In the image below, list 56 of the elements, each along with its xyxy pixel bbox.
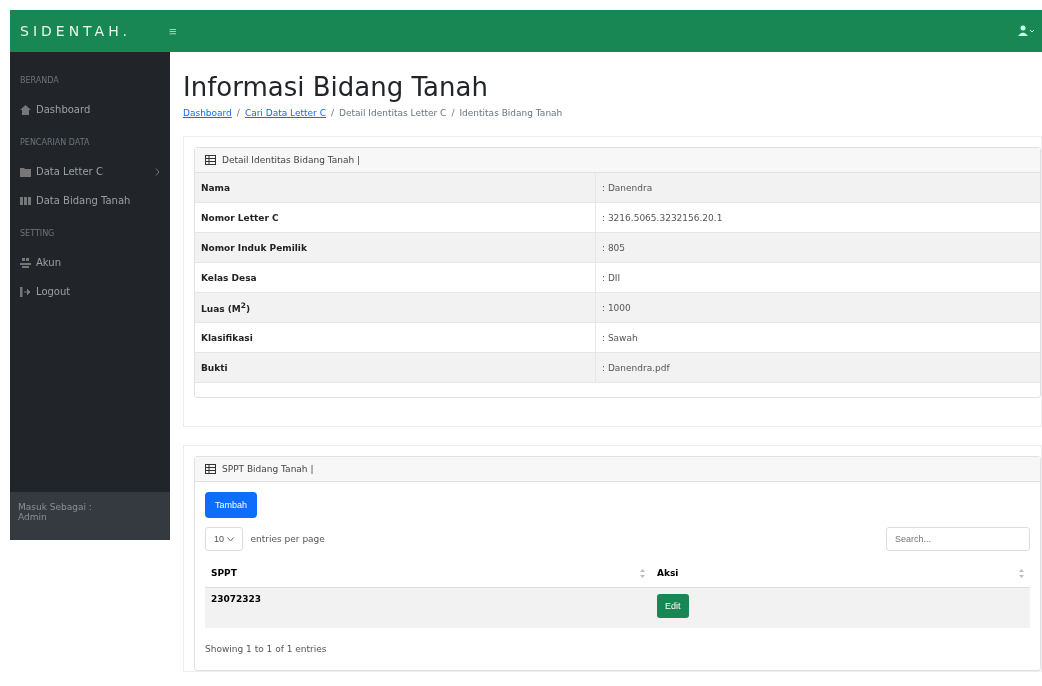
- breadcrumb-item: Detail Identitas Letter C: [338, 108, 447, 118]
- breadcrumb-link[interactable]: Cari Data Letter C: [244, 108, 326, 118]
- table-cell: 23072323: [211, 594, 262, 604]
- sidebar-heading: SETTING: [20, 229, 56, 238]
- field-value: : Danendra: [602, 182, 653, 193]
- column-header[interactable]: SPPT: [205, 559, 651, 588]
- field-label: Nomor Letter C: [201, 212, 279, 223]
- sidebar-item[interactable]: Data Bidang Tanah: [20, 186, 160, 215]
- card-title: Detail Identitas Bidang Tanah |: [222, 155, 361, 165]
- users-icon: [20, 257, 31, 268]
- add-button[interactable]: Tambah: [205, 492, 258, 518]
- field-value: : Sawah: [602, 332, 638, 343]
- field-value: : 1000: [602, 302, 631, 313]
- breadcrumb-separator: /: [451, 108, 455, 118]
- caret-icon: [226, 537, 234, 542]
- per-page-label: entries per page: [250, 534, 325, 544]
- sidebar-item[interactable]: Logout: [20, 277, 160, 306]
- sort-icon: [1019, 569, 1024, 578]
- field-label: Nomor Induk Pemilik: [201, 242, 307, 253]
- logout-icon: [20, 286, 31, 297]
- table-icon: [205, 155, 216, 165]
- folder-icon: [20, 166, 31, 177]
- page-title: Informasi Bidang Tanah: [183, 72, 489, 102]
- grid-icon: [20, 195, 31, 206]
- field-value: : 3216.5065.3232156.20.1: [602, 212, 723, 223]
- sidebar-heading: PENCARIAN DATA: [20, 138, 91, 147]
- entries-info: Showing 1 to 1 of 1 entries: [205, 643, 328, 656]
- sort-icon: [640, 569, 645, 578]
- card-title: SPPT Bidang Tanah |: [222, 464, 314, 474]
- field-value: : Danendra.pdf: [602, 362, 670, 373]
- table-icon: [205, 464, 216, 474]
- breadcrumb-separator: /: [236, 108, 240, 118]
- login-label: Masuk Sebagai :: [18, 502, 93, 512]
- field-label: Klasifikasi: [201, 332, 253, 343]
- search-field[interactable]: Search...: [886, 527, 1030, 551]
- field-value: : 805: [602, 242, 626, 253]
- field-label: Kelas Desa: [201, 272, 257, 283]
- breadcrumb-separator: /: [330, 108, 334, 118]
- brand-logo[interactable]: SIDENTAH.: [10, 23, 165, 39]
- edit-button[interactable]: Edit: [657, 594, 689, 618]
- field-label: Luas (M$^{2}$): [201, 304, 251, 314]
- user-menu-icon[interactable]: [1018, 25, 1034, 37]
- user-role: Admin: [18, 512, 48, 522]
- field-value: : DII: [602, 272, 621, 283]
- sidebar-item[interactable]: Data Letter C: [20, 157, 160, 186]
- sidebar-item[interactable]: Akun: [20, 248, 160, 277]
- sidebar-heading: BERANDA: [20, 76, 60, 85]
- field-label: Nama: [201, 182, 231, 193]
- field-label: Bukti: [201, 362, 228, 373]
- sidebar-item[interactable]: Dashboard: [20, 95, 160, 124]
- column-header[interactable]: Aksi: [651, 559, 1030, 588]
- breadcrumb-link[interactable]: Dashboard: [183, 108, 232, 118]
- breadcrumb-item: Identitas Bidang Tanah: [459, 108, 563, 118]
- home-icon: [20, 104, 31, 115]
- per-page-select[interactable]: 10: [205, 527, 243, 551]
- chevron-icon: [155, 167, 160, 176]
